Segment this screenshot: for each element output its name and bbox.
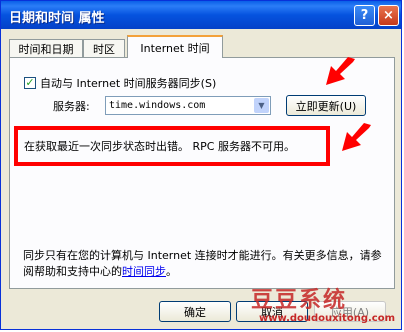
tab-internet-time[interactable]: Internet 时间	[127, 35, 223, 58]
sync-status-message: 在获取最近一次同步状态时出错。 RPC 服务器不可用。	[14, 126, 330, 166]
auto-sync-row[interactable]: ✓ 自动与 Internet 时间服务器同步(S)	[24, 75, 216, 91]
window-title: 日期和时间 属性	[9, 11, 105, 26]
update-now-button[interactable]: 立即更新(U)	[286, 95, 366, 116]
tab-time-zone[interactable]: 时区	[83, 39, 125, 57]
auto-sync-label: 自动与 Internet 时间服务器同步(S)	[40, 77, 217, 90]
red-arrow-icon	[342, 123, 371, 151]
tab-date-time[interactable]: 时间和日期	[9, 39, 83, 57]
red-arrow-icon	[326, 57, 355, 85]
info-text: 同步只有在您的计算机与 Internet 连接时才能进行。有关更多信息，请参阅帮…	[23, 249, 382, 278]
chevron-down-icon[interactable]: ▼	[254, 98, 269, 113]
server-label: 服务器:	[53, 99, 90, 113]
watermark-url: www.doudouxitong.com	[259, 313, 395, 324]
help-button[interactable]: ?	[354, 5, 375, 26]
sync-info-text: 同步只有在您的计算机与 Internet 连接时才能进行。有关更多信息，请参阅帮…	[23, 248, 385, 280]
info-suffix: 。	[166, 265, 177, 278]
close-button[interactable]: ×	[378, 5, 399, 26]
date-time-properties-dialog: 日期和时间 属性 ? × 时间和日期 时区 Internet 时间 ✓ 自动与 …	[0, 0, 402, 330]
internet-time-panel: ✓ 自动与 Internet 时间服务器同步(S) 服务器: time.wind…	[9, 57, 395, 289]
server-value: time.windows.com	[109, 100, 206, 111]
server-row: 服务器: time.windows.com ▼	[53, 96, 271, 115]
server-select[interactable]: time.windows.com ▼	[105, 96, 271, 115]
ok-button[interactable]: 确定	[159, 301, 231, 322]
watermark-logo: 豆豆系统	[251, 287, 348, 313]
checkmark-icon: ✓	[25, 76, 35, 89]
title-bar: 日期和时间 属性 ? ×	[1, 1, 401, 29]
auto-sync-checkbox[interactable]: ✓	[24, 77, 36, 89]
time-sync-link[interactable]: 时间同步	[122, 265, 166, 278]
